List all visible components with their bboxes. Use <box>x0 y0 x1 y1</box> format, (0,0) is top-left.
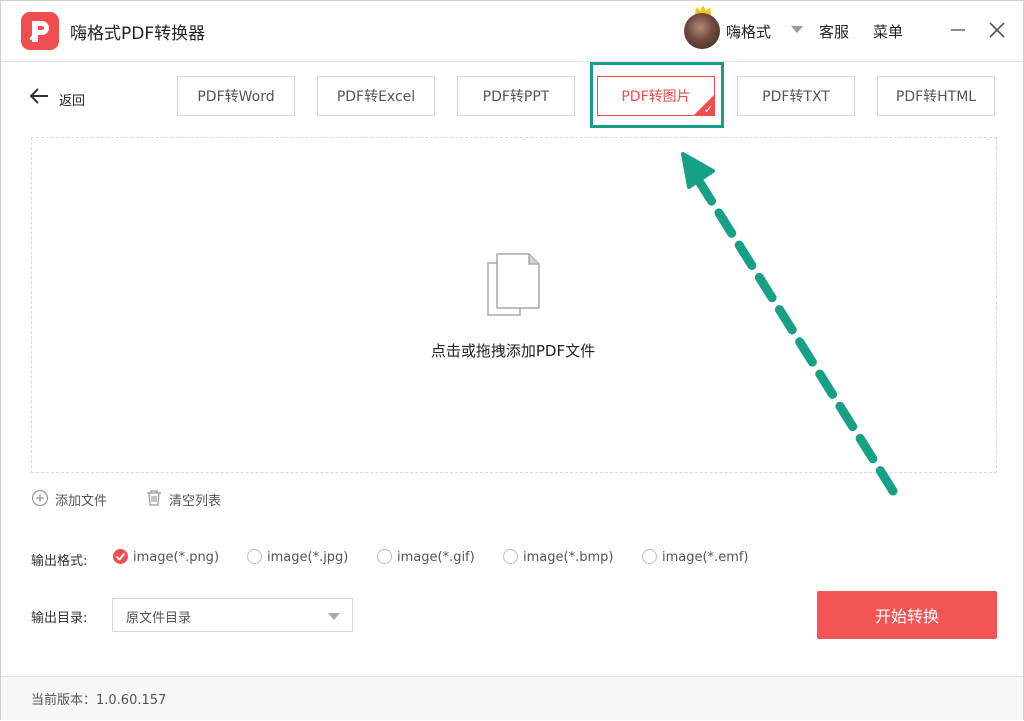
tab-pdf-to-ppt[interactable]: PDF转PPT <box>457 76 575 116</box>
version-text: 当前版本：1.0.60.157 <box>31 693 167 708</box>
add-file-label: 添加文件 <box>55 494 108 509</box>
user-dropdown-icon[interactable] <box>791 26 803 33</box>
close-icon[interactable] <box>986 19 1008 41</box>
radio-unchecked-icon <box>377 549 392 564</box>
title-bar: 嗨格式PDF转换器 嗨格式 客服 菜单 <box>1 1 1023 62</box>
output-dir-value: 原文件目录 <box>126 611 192 626</box>
output-dir-select[interactable]: 原文件目录 <box>112 598 353 632</box>
avatar[interactable] <box>684 13 720 49</box>
radio-unchecked-icon <box>247 549 262 564</box>
format-label-png: image(*.png) <box>133 550 220 565</box>
menu-link[interactable]: 菜单 <box>873 21 903 42</box>
check-icon: ✓ <box>703 103 713 116</box>
app-logo-icon <box>21 12 59 50</box>
trash-icon <box>147 490 161 506</box>
format-label-jpg: image(*.jpg) <box>267 550 349 565</box>
tab-pdf-to-html[interactable]: PDF转HTML <box>877 76 995 116</box>
add-circle-icon <box>31 489 49 507</box>
back-label: 返回 <box>59 94 86 109</box>
format-label-gif: image(*.gif) <box>397 550 475 565</box>
clear-list-label: 清空列表 <box>169 494 222 509</box>
format-label-bmp: image(*.bmp) <box>523 550 614 565</box>
chevron-down-icon <box>328 613 340 620</box>
app-window: 嗨格式PDF转换器 嗨格式 客服 菜单 返回 PDF转Word PDF转Exce… <box>0 0 1024 720</box>
minimize-icon[interactable] <box>947 19 969 41</box>
radio-checked-icon <box>113 549 128 564</box>
format-label-emf: image(*.emf) <box>662 550 749 565</box>
radio-unchecked-icon <box>642 549 657 564</box>
tab-pdf-to-txt[interactable]: PDF转TXT <box>737 76 855 116</box>
tab-pdf-to-image[interactable]: PDF转图片 ✓ <box>597 76 715 116</box>
tab-pdf-to-excel[interactable]: PDF转Excel <box>317 76 435 116</box>
document-icon <box>487 253 540 316</box>
app-title: 嗨格式PDF转换器 <box>70 24 206 44</box>
drop-zone-text: 点击或拖拽添加PDF文件 <box>430 342 596 360</box>
tab-pdf-to-image-label: PDF转图片 <box>621 89 691 105</box>
user-name[interactable]: 嗨格式 <box>726 21 771 42</box>
output-dir-label: 输出目录: <box>31 611 88 626</box>
start-convert-button[interactable]: 开始转换 <box>817 591 997 639</box>
radio-unchecked-icon <box>503 549 518 564</box>
customer-service-link[interactable]: 客服 <box>819 21 849 42</box>
status-bar: 当前版本：1.0.60.157 <box>1 676 1023 720</box>
output-format-label: 输出格式: <box>31 554 88 569</box>
tab-pdf-to-word[interactable]: PDF转Word <box>177 76 295 116</box>
back-arrow-icon <box>29 88 48 104</box>
